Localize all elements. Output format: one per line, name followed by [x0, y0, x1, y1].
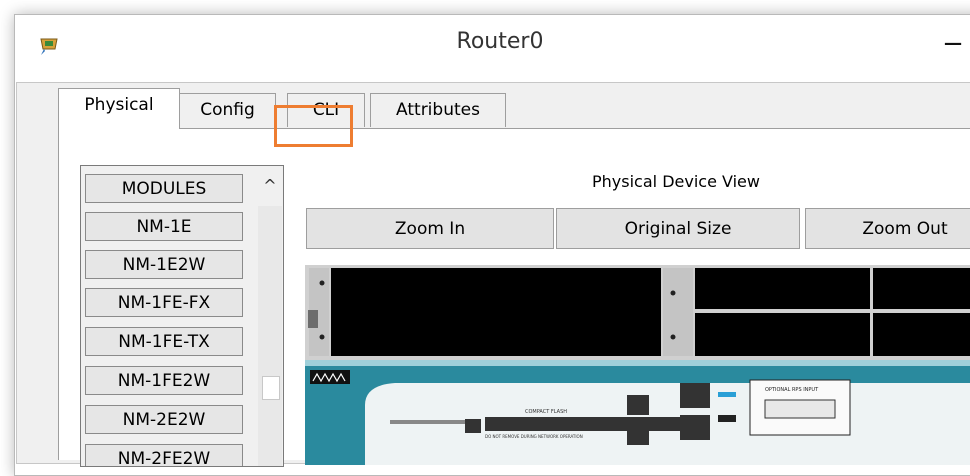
module-item[interactable]: NM-1E2W	[85, 250, 243, 279]
tab-config-label: Config	[200, 100, 255, 120]
modules-list[interactable]: MODULES NM-1E NM-1E2W NM-1FE-FX NM-1FE-T…	[80, 165, 284, 467]
module-item[interactable]: NM-1FE-FX	[85, 288, 243, 317]
reset-button[interactable]	[718, 415, 736, 422]
zoom-out-button[interactable]: Zoom Out	[805, 208, 970, 249]
tab-physical[interactable]: Physical	[58, 88, 180, 129]
tab-attributes[interactable]: Attributes	[370, 93, 506, 127]
title-bar[interactable]: Router0 −	[15, 15, 970, 77]
router-chassis-view[interactable]: COMPACT FLASH DO NOT REMOVE DURING NETWO…	[305, 265, 970, 465]
module-slot-1[interactable]	[695, 268, 870, 309]
module-slot-0[interactable]	[331, 268, 661, 356]
modules-scrollbar[interactable]: ^	[258, 166, 282, 466]
module-item[interactable]: NM-1FE-TX	[85, 327, 243, 356]
window-title: Router0	[456, 29, 544, 54]
console-port[interactable]	[680, 383, 710, 408]
warning-label: DO NOT REMOVE DURING NETWORK OPERATION	[485, 434, 583, 439]
slot-0-latch	[308, 310, 318, 328]
rps-label: OPTIONAL RPS INPUT	[765, 387, 819, 393]
scroll-thumb[interactable]	[262, 376, 280, 400]
module-item[interactable]: NM-1FE2W	[85, 366, 243, 395]
blue-indicator	[718, 392, 736, 397]
module-item[interactable]: NM-2FE2W	[85, 444, 243, 466]
module-slot-4[interactable]	[873, 313, 970, 356]
module-item[interactable]: NM-2E2W	[85, 405, 243, 434]
compact-flash-label: COMPACT FLASH	[525, 409, 567, 415]
slot-screw	[319, 334, 325, 340]
module-header[interactable]: MODULES	[85, 174, 243, 203]
tab-physical-label: Physical	[84, 95, 154, 115]
usb-port-0[interactable]	[627, 395, 649, 415]
cisco-logo-icon	[310, 370, 350, 384]
zoom-in-button[interactable]: Zoom In	[306, 208, 554, 249]
tab-attributes-label: Attributes	[396, 100, 480, 120]
slot-1-faceplate	[663, 268, 693, 356]
physical-device-view-title: Physical Device View	[592, 172, 760, 191]
usb-port-1[interactable]	[627, 425, 649, 445]
slot-screw	[670, 290, 676, 296]
module-slot-2[interactable]	[695, 313, 870, 356]
status-leds	[390, 420, 470, 424]
ethernet-port[interactable]	[680, 415, 710, 440]
rps-connector[interactable]	[764, 399, 836, 419]
scroll-up-icon[interactable]: ^	[258, 166, 282, 206]
cli-tab-highlight	[274, 105, 353, 147]
chassis-edge	[305, 360, 970, 366]
compact-flash-slot[interactable]	[485, 417, 685, 431]
original-size-button[interactable]: Original Size	[556, 208, 800, 249]
module-slot-3[interactable]	[873, 268, 970, 309]
module-item[interactable]: NM-1E	[85, 212, 243, 241]
minimize-button[interactable]: −	[941, 29, 965, 59]
tab-config[interactable]: Config	[179, 93, 276, 127]
slot-screw	[670, 334, 676, 340]
aux-port[interactable]	[465, 419, 481, 433]
slot-screw	[319, 280, 325, 286]
